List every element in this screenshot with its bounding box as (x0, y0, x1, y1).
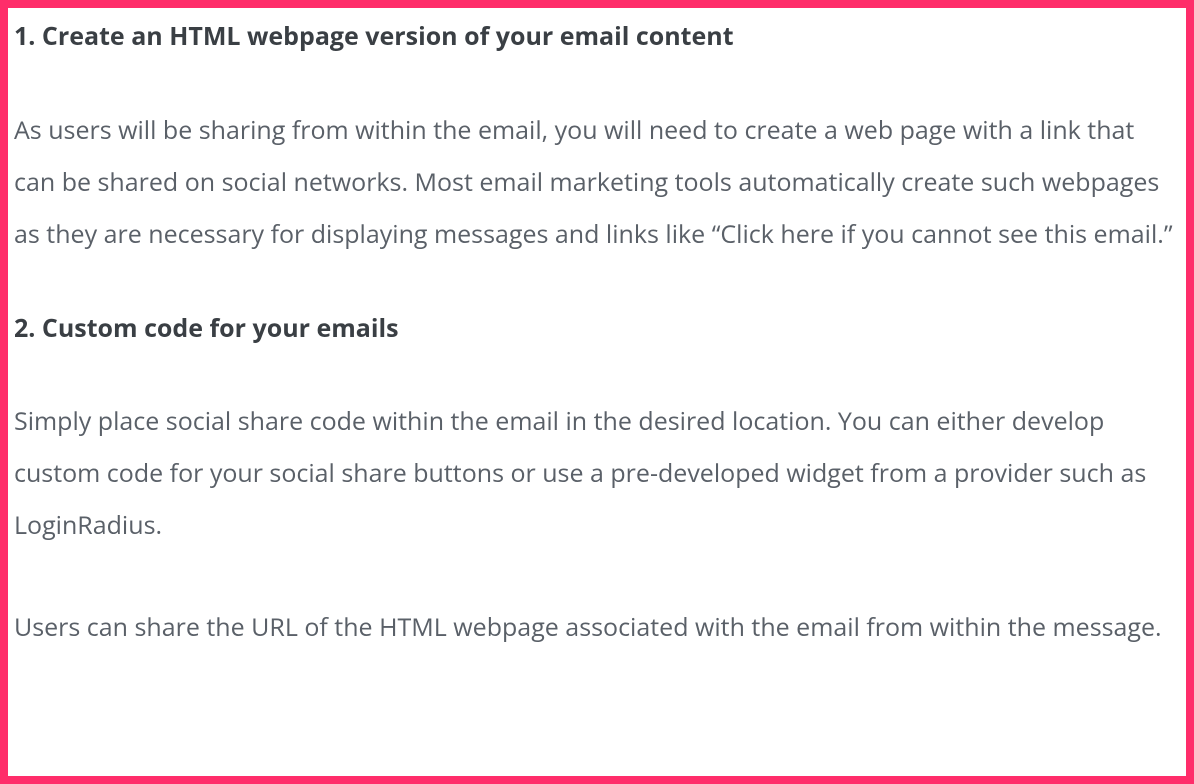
section-2-paragraph-2: Users can share the URL of the HTML webp… (14, 601, 1180, 653)
section-2-heading: 2. Custom code for your emails (14, 310, 1180, 348)
section-1-heading: 1. Create an HTML webpage version of you… (14, 18, 1180, 56)
section-1-paragraph-1: As users will be sharing from within the… (14, 104, 1180, 260)
section-2-paragraph-1: Simply place social share code within th… (14, 395, 1180, 551)
document-container: 1. Create an HTML webpage version of you… (0, 0, 1194, 784)
